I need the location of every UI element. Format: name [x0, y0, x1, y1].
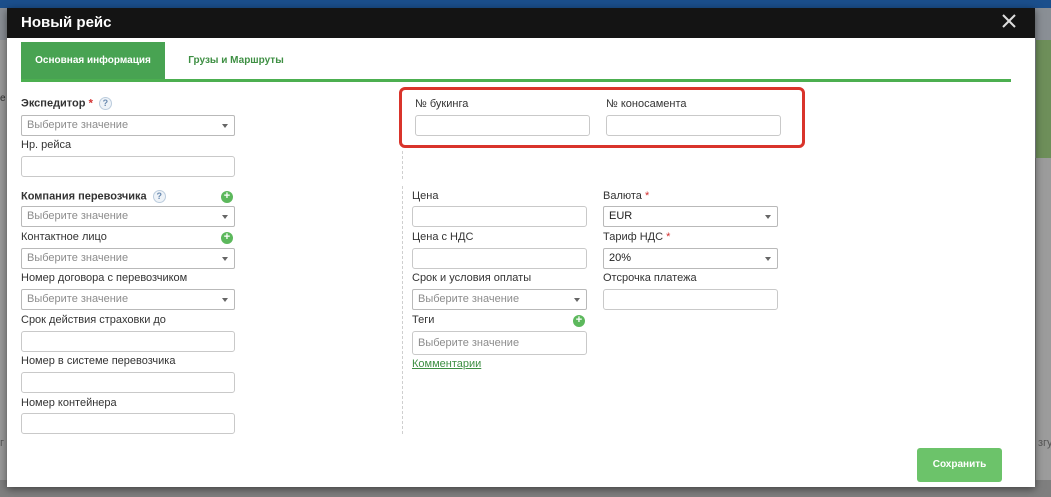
insurance-valid-label: Срок действия страховки до: [21, 314, 166, 326]
comments-link[interactable]: Комментарии: [412, 358, 481, 370]
container-no-label: Номер контейнера: [21, 397, 117, 409]
add-contact-person-icon[interactable]: +: [221, 232, 233, 244]
price-with-vat-input[interactable]: [412, 248, 587, 269]
chevron-down-icon: [765, 215, 771, 219]
booking-no-input[interactable]: [415, 115, 590, 136]
tab-main-info[interactable]: Основная информация: [21, 42, 165, 79]
currency-select[interactable]: EUR: [603, 206, 778, 227]
payment-delay-input[interactable]: [603, 289, 778, 310]
carrier-contract-label: Номер договора с перевозчиком: [21, 272, 188, 284]
carrier-company-placeholder: Выберите значение: [27, 210, 129, 222]
help-icon[interactable]: ?: [152, 190, 166, 203]
background-left-text-2: г: [0, 437, 5, 449]
contact-person-select[interactable]: Выберите значение: [21, 248, 235, 269]
dialog-header: Новый рейс: [7, 8, 1035, 38]
voyage-no-label: Нр. рейса: [21, 139, 72, 151]
chevron-down-icon: [222, 257, 228, 261]
tab-cargo-routes[interactable]: Грузы и Маршруты: [181, 42, 291, 79]
container-no-input[interactable]: [21, 413, 235, 434]
contact-person-placeholder: Выберите значение: [27, 252, 129, 264]
contact-person-label: Контактное лицо: [21, 231, 107, 243]
carrier-company-label: Компания перевозчика?: [21, 190, 166, 203]
chevron-down-icon: [222, 298, 228, 302]
close-button[interactable]: [1001, 13, 1021, 33]
chevron-down-icon: [765, 257, 771, 261]
new-voyage-dialog: Новый рейс Основная информация Грузы и М…: [7, 8, 1035, 487]
column-divider: [402, 186, 403, 434]
required-mark: *: [644, 190, 650, 202]
column-divider-top: [402, 151, 403, 179]
bill-of-lading-input[interactable]: [606, 115, 781, 136]
add-tag-icon[interactable]: +: [573, 315, 585, 327]
currency-value: EUR: [609, 210, 633, 222]
chevron-down-icon: [222, 215, 228, 219]
required-mark: *: [88, 97, 93, 110]
forwarder-placeholder: Выберите значение: [27, 119, 129, 131]
background-left-text: е: [0, 93, 6, 104]
price-label: Цена: [412, 190, 439, 202]
help-icon[interactable]: ?: [98, 97, 112, 110]
chevron-down-icon: [222, 124, 228, 128]
price-input[interactable]: [412, 206, 587, 227]
chevron-down-icon: [574, 298, 580, 302]
forwarder-select[interactable]: Выберите значение: [21, 115, 235, 136]
background-right-accent: [1036, 40, 1051, 158]
carrier-system-no-label: Номер в системе перевозчика: [21, 355, 176, 367]
bill-of-lading-label: № коносамента: [606, 98, 687, 110]
vat-rate-label: Тариф НДС *: [603, 231, 671, 243]
payment-terms-placeholder: Выберите значение: [418, 293, 520, 305]
carrier-system-no-input[interactable]: [21, 372, 235, 393]
payment-terms-select[interactable]: Выберите значение: [412, 289, 587, 310]
insurance-valid-input[interactable]: [21, 331, 235, 352]
background-top-bar: [0, 0, 1051, 8]
carrier-contract-select[interactable]: Выберите значение: [21, 289, 235, 310]
carrier-contract-placeholder: Выберите значение: [27, 293, 129, 305]
add-carrier-company-icon[interactable]: +: [221, 191, 233, 203]
price-with-vat-label: Цена с НДС: [412, 231, 474, 243]
currency-label: Валюта *: [603, 190, 650, 202]
background-right-text: згу: [1038, 437, 1051, 449]
tags-label: Теги: [412, 314, 435, 326]
carrier-company-select[interactable]: Выберите значение: [21, 206, 235, 227]
dialog-title: Новый рейс: [21, 14, 112, 31]
payment-delay-label: Отсрочка платежа: [603, 272, 697, 284]
booking-no-label: № букинга: [415, 98, 469, 110]
voyage-no-input[interactable]: [21, 156, 235, 177]
save-button[interactable]: Сохранить: [917, 448, 1002, 482]
vat-rate-select[interactable]: 20%: [603, 248, 778, 269]
tags-input[interactable]: Выберите значение: [412, 331, 587, 355]
required-mark: *: [666, 231, 671, 243]
forwarder-label: Экспедитор *?: [21, 97, 112, 110]
vat-rate-value: 20%: [609, 252, 632, 264]
close-icon: [1002, 14, 1016, 28]
dialog-tabs: Основная информация Грузы и Маршруты: [21, 42, 1011, 82]
payment-terms-label: Срок и условия оплаты: [412, 272, 532, 284]
